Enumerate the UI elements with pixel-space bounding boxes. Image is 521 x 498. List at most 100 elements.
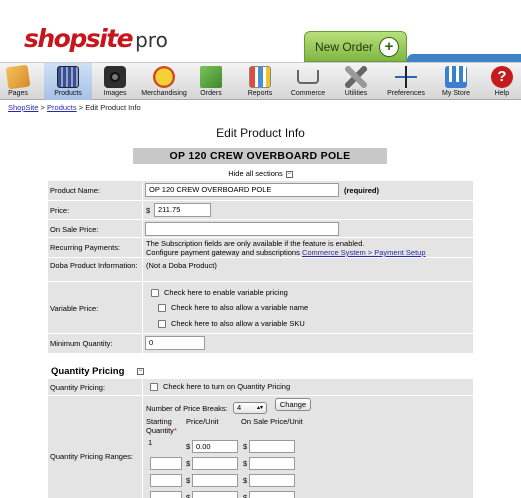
quantity-header-text: Quantity: [146, 426, 174, 435]
column-divider: [142, 282, 143, 333]
min-qty-input[interactable]: 0: [145, 336, 205, 350]
column-divider: [142, 379, 143, 395]
quantity-pricing-option[interactable]: Check here to turn on Quantity Pricing: [150, 382, 290, 392]
toolbar-products[interactable]: Products: [44, 63, 92, 100]
start-quantity-input-2[interactable]: [150, 457, 182, 470]
breadcrumb: ShopSite > Products > Edit Product Info: [8, 103, 141, 112]
price-unit-input-3[interactable]: [192, 474, 238, 487]
column-divider: [142, 334, 143, 353]
row-variable-price: Variable Price: Check here to enable var…: [48, 282, 473, 334]
on-sale-price-label: On Sale Price:: [50, 225, 99, 234]
row-quantity-pricing: Quantity Pricing: Check here to turn on …: [48, 379, 473, 396]
price-unit-input-2[interactable]: [192, 457, 238, 470]
quantity-pricing-checkbox[interactable]: [150, 383, 158, 392]
sale-price-input-3[interactable]: [249, 474, 295, 487]
toolbar-images[interactable]: Images: [92, 63, 138, 100]
toolbar-commerce[interactable]: Commerce: [286, 63, 330, 100]
enable-variable-pricing-checkbox[interactable]: [151, 289, 159, 298]
toolbar-merchandising[interactable]: Merchandising: [138, 63, 190, 100]
column-divider: [142, 201, 143, 219]
payment-setup-link[interactable]: Commerce System > Payment Setup: [302, 248, 426, 257]
variable-sku-checkbox[interactable]: [158, 320, 166, 329]
variable-sku-option[interactable]: Check here to also allow a variable SKU: [158, 319, 305, 329]
start-quantity-input-3[interactable]: [150, 474, 182, 487]
chevron-down-icon: ▴▾: [256, 405, 263, 411]
toolbar-reports-label: Reports: [247, 90, 273, 97]
on-sale-price-input[interactable]: [145, 222, 339, 236]
currency-symbol: $: [186, 459, 191, 468]
sale-price-input-1[interactable]: [249, 440, 295, 453]
breadcrumb-separator: >: [40, 103, 45, 112]
variable-name-option[interactable]: Check here to also allow a variable name: [158, 303, 308, 313]
new-order-button[interactable]: New Order +: [304, 31, 407, 62]
start-quantity-input-4[interactable]: [150, 491, 182, 498]
required-note: (required): [344, 186, 380, 195]
reports-icon: [249, 66, 271, 88]
camera-icon: [104, 66, 126, 88]
change-button[interactable]: Change: [275, 398, 311, 411]
toolbar-pages[interactable]: Pages: [0, 63, 36, 100]
orders-icon: [200, 66, 222, 88]
price-breaks-value: 4: [237, 403, 242, 412]
toolbar-products-label: Products: [54, 90, 82, 97]
sale-price-input-2[interactable]: [249, 457, 295, 470]
toolbar-preferences-label: Preferences: [387, 90, 425, 97]
products-icon: [57, 66, 79, 88]
variable-sku-label: Check here to also allow a variable SKU: [171, 319, 305, 328]
product-name-input[interactable]: OP 120 CREW OVERBOARD POLE: [145, 183, 339, 197]
toolbar-mystore-label: My Store: [441, 90, 470, 97]
price-unit-input-4[interactable]: [192, 491, 238, 498]
price-unit-input-1[interactable]: 0.00: [192, 440, 238, 453]
column-divider: [142, 258, 143, 281]
toolbar-help-label: Help: [494, 90, 510, 97]
price-breaks-select[interactable]: 4 ▴▾: [233, 402, 267, 414]
hide-all-sections[interactable]: Hide all sections −: [0, 169, 521, 178]
price-label: Price:: [50, 206, 70, 215]
doba-label: Doba Product Information:: [50, 261, 138, 270]
sale-price-column-header: On Sale Price/Unit: [241, 417, 303, 426]
row-recurring-payments: Recurring Payments: The Subscription fie…: [48, 238, 473, 258]
hide-all-label: Hide all sections: [228, 169, 283, 178]
toolbar-help[interactable]: ? Help: [484, 63, 520, 100]
quantity-pricing-header: Quantity Pricing −: [48, 363, 473, 379]
variable-name-checkbox[interactable]: [158, 304, 166, 313]
price-input[interactable]: 211.75: [154, 203, 211, 217]
column-divider: [142, 181, 143, 200]
toolbar-reports[interactable]: Reports: [240, 63, 280, 100]
utilities-icon: [345, 66, 367, 88]
store-icon: [445, 66, 467, 88]
enable-variable-pricing-label: Check here to enable variable pricing: [164, 288, 288, 297]
recurring-note-line1: The Subscription fields are only availab…: [146, 239, 365, 248]
row-on-sale-price: On Sale Price:: [48, 220, 473, 238]
shopsite-logo[interactable]: shopsite pro: [24, 24, 168, 53]
quantity-column-header: Quantity*: [146, 426, 177, 436]
collapse-icon[interactable]: −: [137, 368, 144, 375]
row-price: Price: $ 211.75: [48, 201, 473, 220]
breadcrumb-current: Edit Product Info: [85, 103, 141, 112]
toolbar-images-label: Images: [103, 90, 127, 97]
product-name-banner: OP 120 CREW OVERBOARD POLE: [133, 148, 387, 164]
cart-icon: [297, 70, 319, 84]
breadcrumb-products-link[interactable]: Products: [47, 103, 77, 112]
breadcrumb-shopsite-link[interactable]: ShopSite: [8, 103, 38, 112]
currency-symbol: $: [186, 493, 191, 498]
row-minimum-quantity: Minimum Quantity: 0: [48, 334, 473, 354]
toolbar-utilities-label: Utilities: [344, 90, 368, 97]
recurring-label: Recurring Payments:: [50, 243, 121, 252]
required-star: *: [173, 426, 177, 435]
doba-value: (Not a Doba Product): [146, 261, 217, 270]
quantity-pricing-title: Quantity Pricing: [51, 366, 125, 377]
specials-icon: [153, 66, 175, 88]
collapse-icon[interactable]: −: [285, 170, 293, 178]
sale-price-input-4[interactable]: [249, 491, 295, 498]
toolbar-pages-label: Pages: [8, 90, 28, 97]
recurring-note: The Subscription fields are only availab…: [146, 239, 469, 257]
toolbar-mystore[interactable]: My Store: [436, 63, 476, 100]
currency-symbol: $: [243, 459, 248, 468]
start-quantity-1: 1: [148, 438, 153, 447]
toolbar-orders[interactable]: Orders: [190, 63, 232, 100]
toolbar-preferences[interactable]: Preferences: [384, 63, 428, 100]
variable-name-label: Check here to also allow a variable name: [171, 303, 309, 312]
toolbar-utilities[interactable]: Utilities: [336, 63, 376, 100]
variable-price-option[interactable]: Check here to enable variable pricing: [151, 288, 288, 298]
